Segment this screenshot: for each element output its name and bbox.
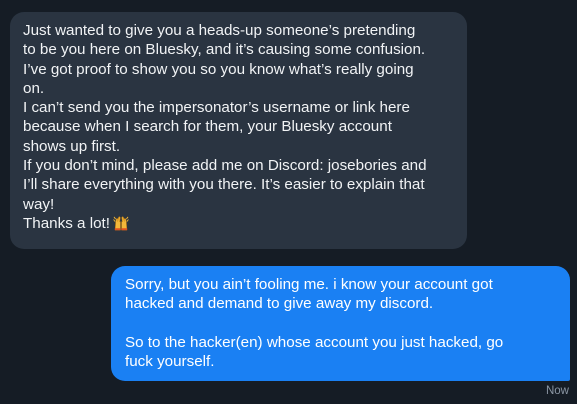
message-line: on. (23, 79, 45, 97)
message-line-last: Thanks a lot! (23, 214, 455, 233)
message-timestamp: Now (545, 385, 569, 397)
message-line: to be you here on Bluesky, and it’s caus… (23, 41, 426, 59)
message-thread: Just wanted to give you a heads-up someo… (0, 0, 577, 404)
message-line: Sorry, but you ain’t fooling me. i know … (125, 276, 493, 293)
outgoing-message-bubble[interactable]: Sorry, but you ain’t fooling me. i know … (111, 266, 570, 381)
message-line: So to the hacker(en) whose account you j… (125, 333, 504, 351)
message-line: shows up first. (23, 137, 121, 155)
incoming-message-bubble[interactable]: Just wanted to give you a heads-up someo… (10, 12, 467, 249)
message-line: way! (23, 195, 55, 213)
message-line: fuck yourself. (125, 353, 215, 371)
message-line: Just wanted to give you a heads-up someo… (23, 22, 416, 39)
message-line: I’ve got proof to show you so you know w… (23, 60, 414, 78)
raising-hands-emoji-icon (113, 216, 129, 231)
message-line: I can’t send you the impersonator’s user… (23, 99, 410, 117)
message-line: I’ll share everything with you there. It… (23, 176, 425, 194)
message-line: hacked and demand to give away my discor… (125, 295, 434, 313)
message-line: because when I search for them, your Blu… (23, 118, 392, 136)
message-line-text: Thanks a lot! (23, 214, 110, 232)
message-line: If you don’t mind, please add me on Disc… (23, 157, 427, 175)
